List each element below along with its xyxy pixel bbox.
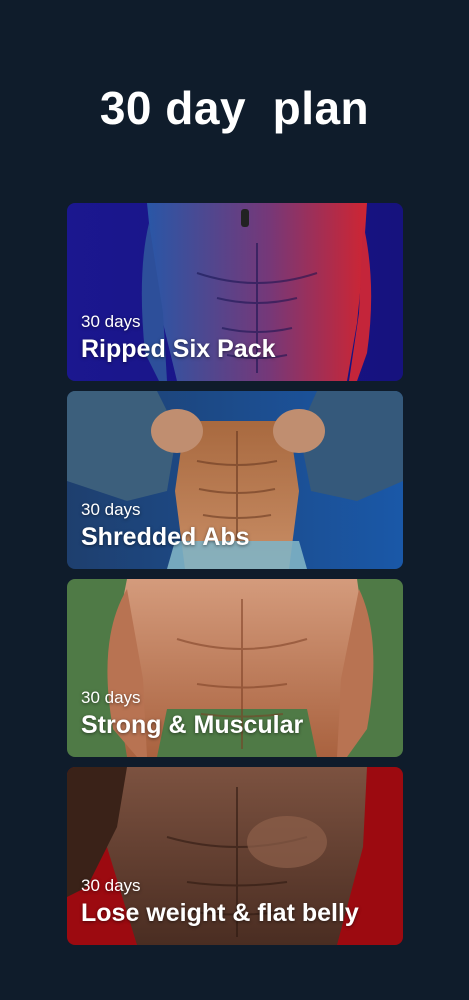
plan-duration: 30 days: [81, 500, 141, 519]
page-title: 30 day plan: [99, 82, 370, 134]
plan-card-text: 30 days Strong & Muscular: [81, 687, 395, 741]
plan-duration: 30 days: [81, 688, 141, 707]
plan-card-ripped-six-pack[interactable]: 30 days Ripped Six Pack: [67, 203, 403, 381]
plan-card-shredded-abs[interactable]: 30 days Shredded Abs: [67, 391, 403, 569]
plan-name: Strong & Muscular: [81, 711, 304, 739]
plan-name: Ripped Six Pack: [81, 335, 276, 363]
plan-card-text: 30 days Shredded Abs: [81, 499, 395, 553]
plan-card-lose-weight-flat-belly[interactable]: 30 days Lose weight & flat belly: [67, 767, 403, 945]
plan-duration: 30 days: [81, 312, 141, 331]
plan-list: 30 days Ripped Six Pack 30 days Shredded…: [67, 203, 403, 955]
plan-name: Lose weight & flat belly: [81, 899, 359, 927]
plan-duration: 30 days: [81, 876, 141, 895]
plan-card-text: 30 days Lose weight & flat belly: [81, 875, 395, 929]
plan-card-text: 30 days Ripped Six Pack: [81, 311, 395, 365]
plan-name: Shredded Abs: [81, 523, 250, 551]
plan-card-strong-muscular[interactable]: 30 days Strong & Muscular: [67, 579, 403, 757]
